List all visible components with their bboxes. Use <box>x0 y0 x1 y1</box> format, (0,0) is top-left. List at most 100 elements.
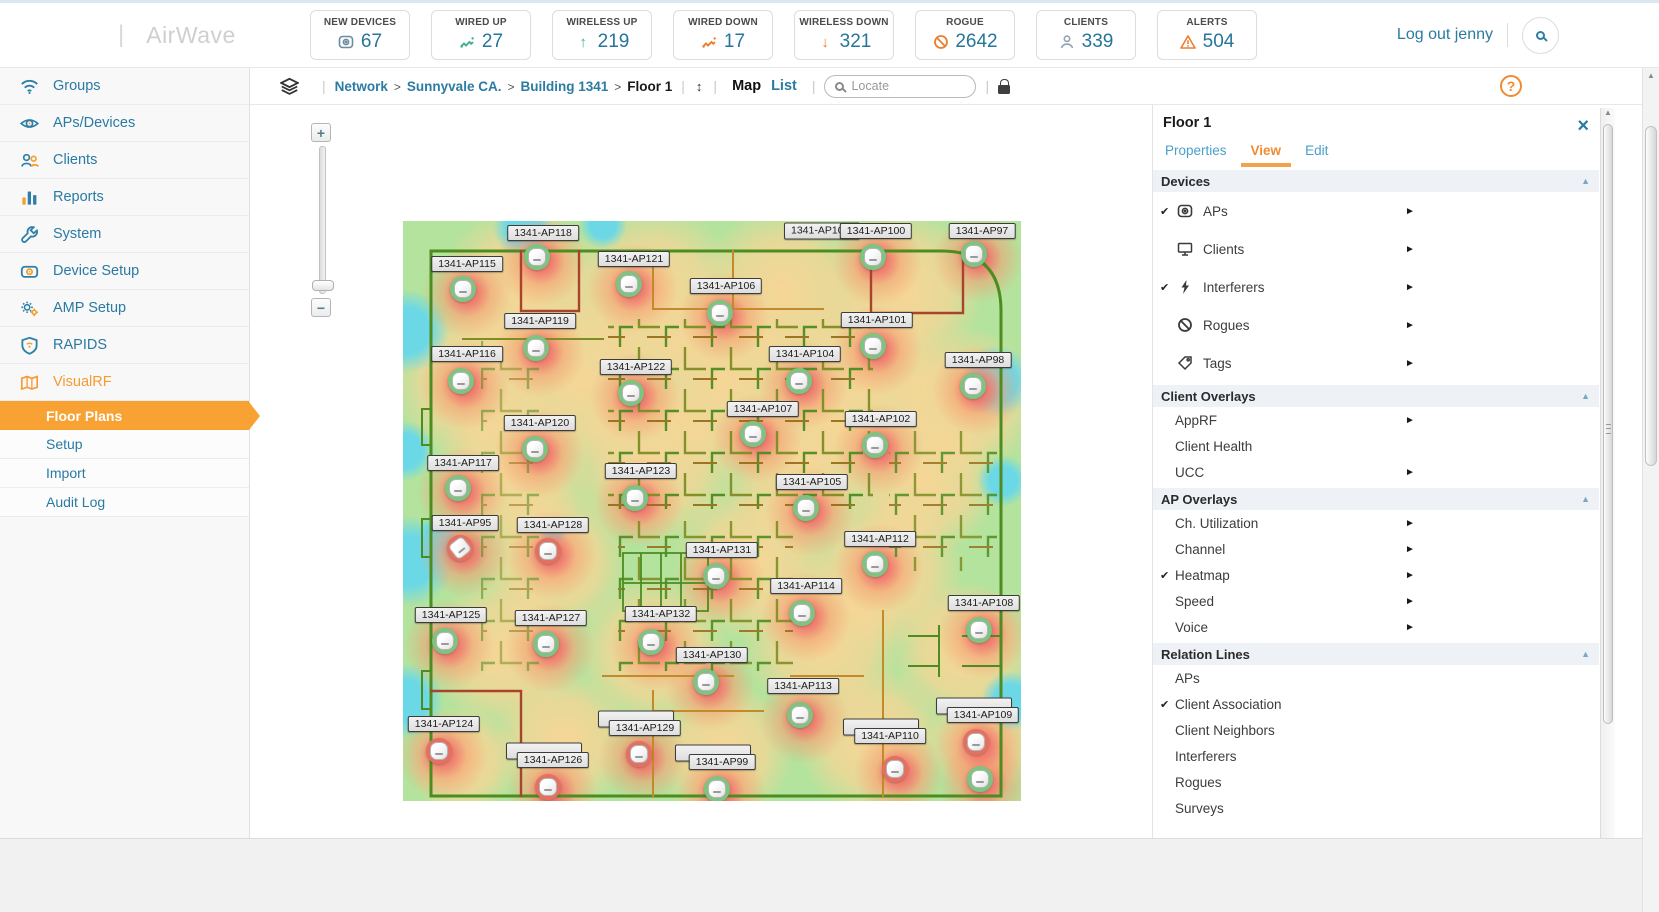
zoom-out-button[interactable]: − <box>311 298 331 317</box>
ap-device-1341-ap123[interactable] <box>622 485 648 511</box>
ap-label-1341-ap121[interactable]: 1341-AP121 <box>597 251 671 267</box>
ap-device-1341-ap115[interactable] <box>450 276 476 302</box>
expand-arrow-icon[interactable]: ► <box>1405 320 1415 331</box>
page-scrollbar-thumb[interactable] <box>1645 126 1657 466</box>
ap-label-1341-ap99[interactable]: 1341-AP99 <box>688 754 756 770</box>
breadcrumb-network[interactable]: Network <box>335 79 388 94</box>
page-scroll-up-icon[interactable]: ▲ <box>1643 68 1659 80</box>
ap-label-1341-ap119[interactable]: 1341-AP119 <box>504 313 576 329</box>
panel-scrollbar[interactable]: ▲ <box>1600 108 1615 838</box>
expand-arrow-icon[interactable]: ► <box>1405 622 1415 633</box>
ap-device-1341-ap129[interactable] <box>626 741 652 767</box>
lock-icon[interactable] <box>998 79 1011 94</box>
sidebar-item-reports[interactable]: Reports <box>0 179 249 216</box>
ap-device-1341-ap104[interactable] <box>786 368 812 394</box>
ap-device-1341-ap120[interactable] <box>522 436 548 462</box>
close-icon[interactable]: × <box>1577 116 1589 136</box>
ap-label-1341-ap123[interactable]: 1341-AP123 <box>604 463 678 479</box>
map-view-toggle[interactable]: Map <box>732 78 761 94</box>
ap-label-1341-ap102[interactable]: 1341-AP102 <box>844 411 918 427</box>
locate-search-box[interactable] <box>824 74 977 98</box>
expand-arrow-icon[interactable]: ► <box>1405 244 1415 255</box>
expand-arrow-icon[interactable]: ► <box>1405 570 1415 581</box>
collapse-icon[interactable]: ▲ <box>1581 391 1590 401</box>
ap-device-1341-ap131[interactable] <box>703 563 729 589</box>
panel-row-heatmap[interactable]: ✔ Heatmap ► <box>1153 562 1599 588</box>
ap-device-1341-ap128[interactable] <box>535 538 561 564</box>
tab-view[interactable]: View <box>1241 137 1292 167</box>
sidebar-subitem-floor-plans[interactable]: Floor Plans <box>0 401 249 430</box>
help-button[interactable]: ? <box>1500 75 1522 97</box>
ap-label-1341-ap109[interactable]: 1341-AP109 <box>946 707 1020 723</box>
section-header-client-overlays[interactable]: Client Overlays ▲ <box>1153 385 1599 407</box>
ap-device-1341-ap126[interactable] <box>535 774 561 800</box>
ap-device-1341-ap109[interactable] <box>963 729 989 755</box>
ap-device-1341-ap101[interactable] <box>860 333 886 359</box>
panel-row-ucc[interactable]: UCC ► <box>1153 459 1599 485</box>
sidebar-subitem-setup[interactable]: Setup <box>0 430 249 459</box>
panel-row-apprf[interactable]: AppRF ► <box>1153 407 1599 433</box>
ap-device-1341-ap121[interactable] <box>616 271 642 297</box>
expand-arrow-icon[interactable]: ► <box>1405 282 1415 293</box>
section-header-relation-lines[interactable]: Relation Lines ▲ <box>1153 643 1599 665</box>
panel-row-surveys[interactable]: Surveys <box>1153 795 1599 821</box>
ap-label-1341-ap110[interactable]: 1341-AP110 <box>854 728 926 744</box>
tab-properties[interactable]: Properties <box>1155 137 1237 167</box>
stat-card-wired-up[interactable]: WIRED UP 27 <box>431 10 531 60</box>
stat-card-alerts[interactable]: ALERTS 504 <box>1157 10 1257 60</box>
stat-card-wireless-down[interactable]: WIRELESS DOWN ↓ 321 <box>794 10 894 60</box>
ap-device-1341-ap116[interactable] <box>448 368 474 394</box>
expand-arrow-icon[interactable]: ► <box>1405 467 1415 478</box>
sidebar-subitem-audit-log[interactable]: Audit Log <box>0 488 249 517</box>
ap-device-1341-ap117[interactable] <box>445 475 471 501</box>
checkmark-icon[interactable]: ✔ <box>1160 205 1175 218</box>
ap-label-1341-ap95[interactable]: 1341-AP95 <box>431 515 499 531</box>
panel-row-ch-utilization[interactable]: Ch. Utilization ► <box>1153 510 1599 536</box>
ap-label-1341-ap115[interactable]: 1341-AP115 <box>431 256 503 272</box>
breadcrumb-sunnyvale-ca[interactable]: Sunnyvale CA. <box>407 79 502 94</box>
ap-label-1341-ap112[interactable]: 1341-AP112 <box>844 531 916 547</box>
ap-label-1341-ap118[interactable]: 1341-AP118 <box>507 225 579 241</box>
panel-row-aps[interactable]: ✔ APs ► <box>1153 192 1599 230</box>
panel-scroll-up-icon[interactable]: ▲ <box>1601 108 1615 122</box>
ap-label-1341-ap122[interactable]: 1341-AP122 <box>599 359 673 375</box>
ap-device-1341-ap112[interactable] <box>862 551 888 577</box>
expand-arrow-icon[interactable]: ► <box>1405 415 1415 426</box>
breadcrumb-floor-1[interactable]: Floor 1 <box>627 79 672 94</box>
ap-device-1341-ap114[interactable] <box>789 600 815 626</box>
ap-label-1341-ap108[interactable]: 1341-AP108 <box>947 595 1021 611</box>
expand-arrow-icon[interactable]: ► <box>1405 544 1415 555</box>
ap-label-1341-ap97[interactable]: 1341-AP97 <box>948 223 1016 239</box>
layers-icon[interactable] <box>278 76 300 96</box>
ap-label-1341-ap124[interactable]: 1341-AP124 <box>407 716 481 732</box>
ap-device-1341-ap108[interactable] <box>966 617 992 643</box>
stat-card-wired-down[interactable]: WIRED DOWN 17 <box>673 10 773 60</box>
checkmark-icon[interactable]: ✔ <box>1160 698 1175 711</box>
floor-updown-icon[interactable]: ↕ <box>696 79 703 94</box>
ap-label-1341-ap129[interactable]: 1341-AP129 <box>608 720 682 736</box>
ap-device-1341-ap97[interactable] <box>961 241 987 267</box>
collapse-icon[interactable]: ▲ <box>1581 176 1590 186</box>
panel-row-client-association[interactable]: ✔ Client Association <box>1153 691 1599 717</box>
panel-row-clients[interactable]: Clients ► <box>1153 230 1599 268</box>
ap-device-1341-ap107[interactable] <box>740 421 766 447</box>
expand-arrow-icon[interactable]: ► <box>1405 518 1415 529</box>
ap-label-1341-ap126[interactable]: 1341-AP126 <box>516 752 590 768</box>
panel-row-rogues[interactable]: Rogues ► <box>1153 306 1599 344</box>
ap-device-1341-ap95[interactable] <box>447 535 473 561</box>
panel-row-client-neighbors[interactable]: Client Neighbors <box>1153 717 1599 743</box>
panel-row-interferers[interactable]: ✔ Interferers ► <box>1153 268 1599 306</box>
ap-label-1341-ap98[interactable]: 1341-AP98 <box>944 352 1012 368</box>
floorplan-heatmap[interactable]: 1341-AP103 1341-AP118 1341-AP100 1341-AP97 1… <box>403 221 1021 801</box>
ap-label-1341-ap101[interactable]: 1341-AP101 <box>840 312 914 328</box>
panel-row-speed[interactable]: Speed ► <box>1153 588 1599 614</box>
panel-row-aps[interactable]: APs <box>1153 665 1599 691</box>
ap-device-1341-ap105[interactable] <box>793 495 819 521</box>
panel-row-client-health[interactable]: Client Health <box>1153 433 1599 459</box>
ap-label-1341-ap107[interactable]: 1341-AP107 <box>726 401 800 417</box>
ap-device-1341-ap127[interactable] <box>533 631 559 657</box>
panel-row-rogues[interactable]: Rogues <box>1153 769 1599 795</box>
ap-device-unlabeled[interactable] <box>967 766 993 792</box>
ap-device-1341-ap118[interactable] <box>524 244 550 270</box>
ap-label-1341-ap104[interactable]: 1341-AP104 <box>768 346 842 362</box>
